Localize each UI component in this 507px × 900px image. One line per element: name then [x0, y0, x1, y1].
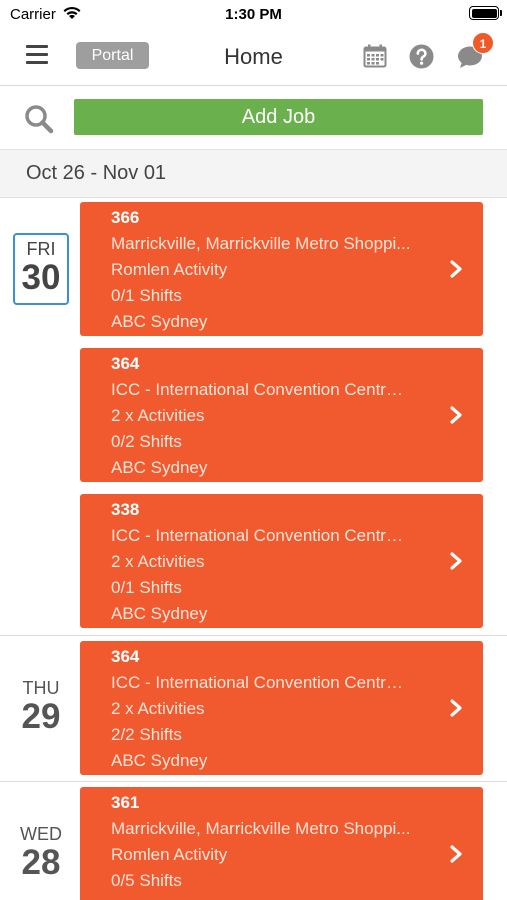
notification-badge: 1 — [472, 32, 494, 54]
job-shifts: 0/2 Shifts — [111, 432, 182, 451]
chevron-right-icon — [450, 845, 462, 863]
job-number: 366 — [111, 208, 140, 227]
action-row: Add Job — [0, 86, 507, 150]
job-shifts: 0/1 Shifts — [111, 578, 182, 597]
day-group-fri: FRI 30 366 Marrickville, Marrickville Me… — [0, 198, 507, 636]
job-number: 361 — [111, 793, 140, 812]
day-badge-selected[interactable]: FRI 30 — [13, 233, 69, 305]
job-client: ABC Sydney — [111, 751, 208, 770]
day-name: WED — [20, 824, 62, 844]
job-number: 364 — [111, 647, 140, 666]
day-badge[interactable]: THU 29 — [13, 674, 69, 735]
job-activity: Romlen Activity — [111, 845, 228, 864]
job-client: ABC Sydney — [111, 458, 208, 477]
job-location: ICC - International Convention Centre,..… — [111, 673, 411, 692]
job-shifts: 2/2 Shifts — [111, 725, 182, 744]
day-number: 28 — [21, 843, 61, 882]
week-header: Oct 26 - Nov 01 — [0, 150, 507, 198]
day-name: FRI — [26, 239, 56, 259]
nav-bar: Portal Home 1 — [0, 28, 507, 86]
job-activity: 2 x Activities — [111, 699, 205, 718]
job-card[interactable]: 364 ICC - International Convention Centr… — [80, 641, 483, 775]
chevron-right-icon — [450, 260, 462, 278]
day-badge[interactable]: WED 28 — [13, 820, 69, 881]
job-shifts: 0/1 Shifts — [111, 286, 182, 305]
chevron-right-icon — [450, 552, 462, 570]
job-location: Marrickville, Marrickville Metro Shoppi.… — [111, 234, 411, 253]
portal-button[interactable]: Portal — [76, 42, 149, 69]
job-card[interactable]: 338 ICC - International Convention Centr… — [80, 494, 483, 628]
job-card[interactable]: 364 ICC - International Convention Centr… — [80, 348, 483, 482]
day-group-thu: THU 29 364 ICC - International Conventio… — [0, 636, 507, 782]
chevron-right-icon — [450, 699, 462, 717]
job-number: 338 — [111, 500, 140, 519]
job-client: ABC Sydney — [111, 312, 208, 331]
status-bar: Carrier 1:30 PM — [0, 0, 507, 28]
hamburger-menu-icon[interactable] — [26, 45, 48, 65]
add-job-button[interactable]: Add Job — [74, 99, 483, 135]
battery-icon — [469, 6, 502, 20]
day-name: THU — [22, 678, 60, 698]
calendar-icon[interactable] — [363, 44, 387, 68]
search-icon[interactable] — [24, 104, 54, 134]
job-activity: 2 x Activities — [111, 552, 205, 571]
job-client: ABC Sydney — [111, 604, 208, 623]
job-activity: 2 x Activities — [111, 406, 205, 425]
job-location: ICC - International Convention Centre,..… — [111, 526, 411, 545]
job-shifts: 0/5 Shifts — [111, 871, 182, 890]
job-card[interactable]: 361 Marrickville, Marrickville Metro Sho… — [80, 787, 483, 900]
job-location: ICC - International Convention Centre,..… — [111, 380, 411, 399]
week-range: Oct 26 - Nov 01 — [26, 162, 167, 184]
job-number: 364 — [111, 354, 140, 373]
day-number: 30 — [21, 258, 61, 297]
job-activity: Romlen Activity — [111, 260, 228, 279]
chevron-right-icon — [450, 406, 462, 424]
page-title: Home — [224, 44, 283, 69]
day-number: 29 — [21, 697, 61, 736]
clock: 1:30 PM — [225, 6, 282, 23]
job-location: Marrickville, Marrickville Metro Shoppi.… — [111, 819, 411, 838]
day-group-wed: WED 28 361 Marrickville, Marrickville Me… — [0, 782, 507, 900]
help-icon[interactable] — [409, 44, 434, 69]
job-card[interactable]: 366 Marrickville, Marrickville Metro Sho… — [80, 202, 483, 336]
